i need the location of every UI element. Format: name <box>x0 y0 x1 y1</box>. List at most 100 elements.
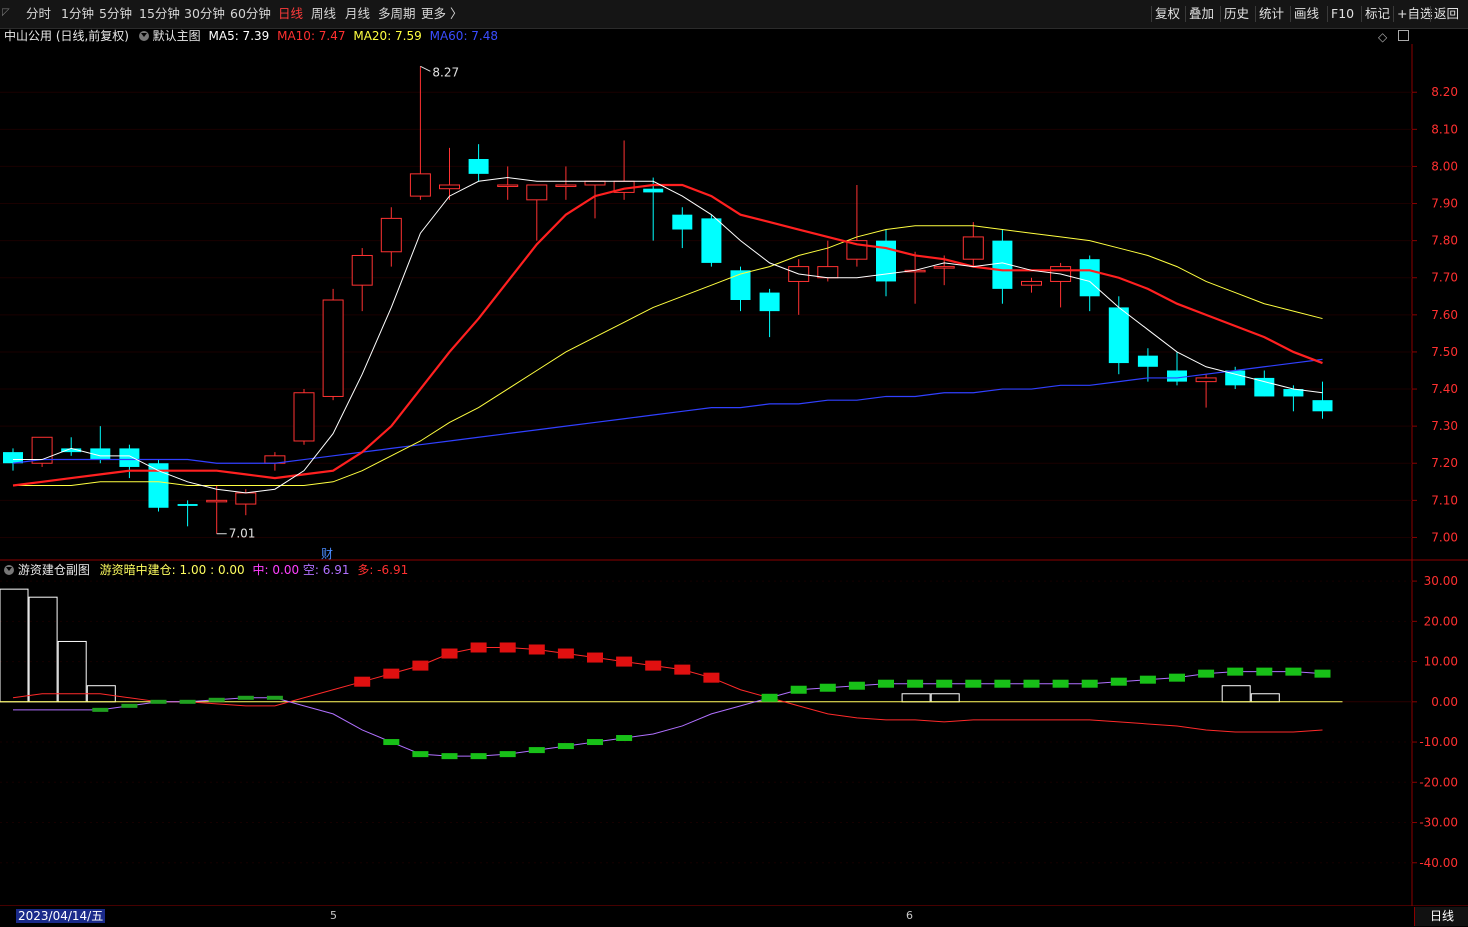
period-tab-2[interactable]: 5分钟 <box>99 6 132 22</box>
diamond-icon[interactable]: ◇ <box>1378 30 1387 44</box>
price-axis-label: 7.50 <box>1431 345 1458 359</box>
sub-green-marker <box>994 679 1011 688</box>
sub-green-marker <box>266 695 283 700</box>
sub-box <box>901 693 931 703</box>
period-tab-9[interactable]: 多周期 <box>378 6 416 22</box>
sub-green-marker <box>179 699 196 704</box>
sub-item1-sep: : <box>210 563 215 577</box>
period-tab-6[interactable]: 日线 <box>278 6 303 22</box>
sub-item1-value2: 0.00 <box>217 563 245 577</box>
ma5-line <box>13 177 1323 494</box>
sub-dropdown-icon[interactable] <box>4 565 14 575</box>
candle-body-up <box>817 266 839 279</box>
candle-body-up <box>439 184 460 190</box>
candle-body-down <box>177 504 198 506</box>
candle-body-down <box>119 448 140 467</box>
tool-button-2[interactable]: 历史 <box>1224 5 1249 23</box>
sub-axis-label: 0.00 <box>1431 695 1458 709</box>
ma10-value: MA10: 7.47 <box>277 29 346 43</box>
candle-body-down <box>1079 259 1100 297</box>
high-pointer <box>420 65 431 72</box>
price-axis-label: 8.00 <box>1431 159 1458 173</box>
finance-marker-icon: 财 <box>321 547 333 561</box>
sub-green-marker <box>412 751 429 758</box>
candle-body-down <box>759 292 780 312</box>
candle-body-down <box>1137 355 1158 367</box>
sub-axis-label: -30.00 <box>1419 816 1458 830</box>
kline-chart: 8.20 8.10 8.00 7.90 7.80 7.70 7.60 7.50 7.40 7.30… <box>0 44 1468 907</box>
tool-button-4[interactable]: 画线 <box>1294 5 1319 23</box>
candle-body-down <box>1167 370 1187 382</box>
candle-body-up <box>846 240 868 260</box>
status-bar <box>0 906 1468 927</box>
tool-separator <box>1151 6 1152 22</box>
candle-body-up <box>497 184 519 187</box>
period-tab-7[interactable]: 周线 <box>311 6 336 22</box>
tool-separator <box>1185 6 1186 22</box>
sub-green-marker <box>383 739 400 746</box>
sub-green-marker <box>761 693 778 702</box>
period-tab-5[interactable]: 60分钟 <box>230 6 271 22</box>
price-axis-label: 7.40 <box>1431 382 1458 396</box>
period-tab-1[interactable]: 1分钟 <box>61 6 94 22</box>
candle-body-down <box>992 240 1013 289</box>
period-tab-10[interactable]: 更多 〉 <box>421 6 462 22</box>
template-name[interactable]: 默认主图 <box>153 29 201 43</box>
ma20-value: MA20: 7.59 <box>353 29 422 43</box>
price-axis-label: 7.80 <box>1431 234 1458 248</box>
sub-box <box>86 685 116 703</box>
period-tab-8[interactable]: 月线 <box>345 6 370 22</box>
sub-item1-value: 1.00 <box>179 563 207 577</box>
sub-red-marker <box>528 644 545 655</box>
period-indicator[interactable]: 日线 <box>1414 907 1468 926</box>
low-price-label: 7.01 <box>229 527 256 541</box>
sub-green-marker <box>237 695 254 700</box>
candle-body-up <box>904 269 926 273</box>
sub-green-marker <box>1256 667 1273 676</box>
sub-green-marker <box>616 735 633 742</box>
month-label-5: 5 <box>330 909 337 922</box>
sub-red-marker <box>383 668 400 679</box>
candle-body-up <box>526 184 548 201</box>
sub-green-marker <box>1023 679 1040 688</box>
sub-red-marker <box>470 642 487 653</box>
sub-green-marker <box>470 753 487 760</box>
sub-legend: 游资建仓副图 游资暗中建仓: 1.00 : 0.00 中: 0.00 空: 6.… <box>4 562 408 578</box>
tool-button-3[interactable]: 统计 <box>1259 5 1284 23</box>
sub-red-marker <box>674 664 691 675</box>
sub-green-marker <box>92 707 109 712</box>
tool-button-6[interactable]: 标记 <box>1365 5 1390 23</box>
template-dropdown-icon[interactable] <box>138 31 149 41</box>
collapse-corner-icon[interactable]: ◸ <box>2 6 14 20</box>
sub-red-marker <box>587 652 603 663</box>
maximize-icon[interactable] <box>1398 30 1409 41</box>
candle-body-down <box>1225 370 1246 386</box>
candle-body-down <box>1254 377 1275 397</box>
tool-button-8[interactable]: 返回 <box>1434 5 1459 23</box>
month-label-6: 6 <box>906 909 913 922</box>
tool-separator <box>1255 6 1256 22</box>
period-toolbar: ◸ 分时 1分钟 5分钟 15分钟 30分钟 60分钟 日线 周线 月线 多周期 更多 〉 复权 叠加… <box>0 0 1468 29</box>
price-axis-label: 7.10 <box>1431 493 1458 507</box>
candle-body-up <box>584 180 606 186</box>
period-tab-3[interactable]: 15分钟 <box>139 6 180 22</box>
tool-button-0[interactable]: 复权 <box>1155 5 1180 23</box>
sub-red-marker <box>354 676 371 687</box>
candle-body-down <box>730 270 751 300</box>
candle-body-down <box>643 188 664 193</box>
sub-title[interactable]: 游资建仓副图 <box>18 563 90 577</box>
candle-body-down <box>148 463 169 508</box>
candle-body-up <box>293 392 315 442</box>
sub-axis-label: 20.00 <box>1424 614 1458 628</box>
sub-green-marker <box>557 743 574 750</box>
stock-title[interactable]: 中山公用 (日线,前复权) <box>4 29 129 43</box>
tool-button-5[interactable]: F10 <box>1331 5 1354 23</box>
tool-button-7[interactable]: +自选 <box>1397 5 1432 23</box>
sub-red-marker <box>703 672 720 683</box>
period-tab-4[interactable]: 30分钟 <box>184 6 225 22</box>
tool-button-1[interactable]: 叠加 <box>1189 5 1214 23</box>
sub-box <box>57 640 87 703</box>
period-tab-0[interactable]: 分时 <box>26 6 51 22</box>
candle-body-down <box>90 448 111 460</box>
candle-body-down <box>701 218 722 263</box>
